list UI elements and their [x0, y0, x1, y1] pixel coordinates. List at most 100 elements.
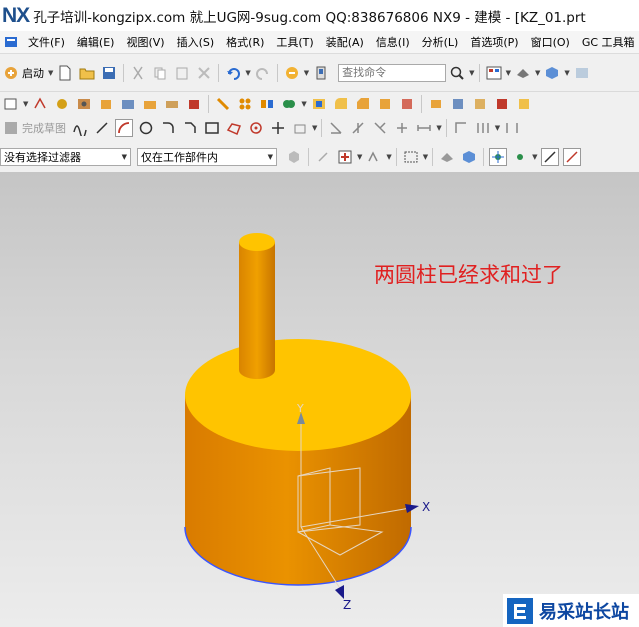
search-dropdown-icon[interactable]: ▼ — [469, 69, 474, 77]
fillet-icon[interactable] — [160, 120, 176, 136]
draft-icon[interactable] — [377, 96, 393, 112]
groove-icon[interactable] — [186, 96, 202, 112]
graphics-viewport[interactable]: Y X Z — [0, 172, 639, 627]
intent-dropdown-icon[interactable]: ▼ — [386, 153, 391, 161]
slot-icon[interactable] — [164, 96, 180, 112]
display-constraints-icon[interactable] — [504, 120, 520, 136]
boss-icon[interactable] — [98, 96, 114, 112]
sketch-dropdown-icon[interactable]: ▼ — [23, 100, 28, 108]
extrude-icon[interactable] — [32, 96, 48, 112]
select-body-icon[interactable] — [439, 149, 455, 165]
delete-face-icon[interactable] — [516, 96, 532, 112]
quick-trim-icon[interactable] — [328, 120, 344, 136]
snap-midpoint-icon[interactable] — [512, 149, 528, 165]
pin-cylinder[interactable] — [239, 233, 275, 379]
crosshair-icon[interactable] — [270, 120, 286, 136]
point-snap-icon[interactable] — [337, 149, 353, 165]
revolve-icon[interactable] — [54, 96, 70, 112]
render-style-icon[interactable] — [515, 65, 531, 81]
profile-icon[interactable] — [72, 120, 88, 136]
copy-icon[interactable] — [152, 65, 168, 81]
menu-analysis[interactable]: 分析(L) — [416, 34, 465, 50]
render-dropdown-icon[interactable]: ▼ — [535, 69, 540, 77]
snap-dropdown-icon[interactable]: ▼ — [357, 153, 362, 161]
trim-body-icon[interactable] — [399, 96, 415, 112]
layout-icon[interactable] — [486, 65, 502, 81]
search-icon[interactable] — [449, 65, 465, 81]
shaded-view-icon[interactable] — [544, 65, 560, 81]
delete-icon[interactable] — [196, 65, 212, 81]
mirror-icon[interactable] — [259, 96, 275, 112]
pattern-icon[interactable] — [237, 96, 253, 112]
polygon-icon[interactable] — [226, 120, 242, 136]
menu-view[interactable]: 视图(V) — [120, 34, 170, 50]
circle-icon[interactable] — [138, 120, 154, 136]
redo-icon[interactable] — [255, 65, 271, 81]
constrain-dropdown-icon[interactable]: ▼ — [495, 124, 500, 132]
thicken-icon[interactable] — [450, 96, 466, 112]
repeat-dropdown-icon[interactable]: ▼ — [304, 69, 309, 77]
auto-constrain-icon[interactable] — [475, 120, 491, 136]
snap-curve-icon[interactable] — [562, 147, 581, 166]
repeat-command-icon[interactable] — [284, 65, 300, 81]
make-corner-icon[interactable] — [372, 120, 388, 136]
menu-file[interactable]: 文件(F) — [22, 34, 71, 50]
shell-icon[interactable] — [311, 96, 327, 112]
replace-face-icon[interactable] — [472, 96, 488, 112]
open-folder-icon[interactable] — [79, 65, 95, 81]
offset-face-icon[interactable] — [428, 96, 444, 112]
arc-icon[interactable] — [115, 119, 133, 137]
assembly-filter-icon[interactable] — [286, 149, 302, 165]
unite-icon[interactable] — [281, 96, 297, 112]
unite-dropdown-icon[interactable]: ▼ — [301, 100, 306, 108]
menu-tools[interactable]: 工具(T) — [270, 34, 319, 50]
menu-edit[interactable]: 编辑(E) — [71, 34, 121, 50]
touch-mode-icon[interactable] — [313, 65, 329, 81]
select-dropdown-icon[interactable]: ▼ — [423, 153, 428, 161]
selection-scope-select[interactable]: 仅在工作部件内 ▼ — [137, 147, 277, 166]
selection-filter-select[interactable]: 没有选择过滤器 ▼ — [0, 147, 131, 166]
pad-icon[interactable] — [142, 96, 158, 112]
snap-line-icon[interactable] — [540, 147, 559, 166]
app-menu-icon[interactable] — [3, 34, 19, 50]
background-icon[interactable] — [574, 65, 590, 81]
undo-dropdown-icon[interactable]: ▼ — [245, 69, 250, 77]
dimension-icon[interactable] — [416, 120, 432, 136]
geometric-constraints-icon[interactable] — [453, 120, 469, 136]
snap-mid-dropdown-icon[interactable]: ▼ — [532, 153, 537, 161]
start-button[interactable]: 启动 — [22, 65, 44, 81]
menu-gc-toolbox[interactable]: GC 工具箱 — [576, 34, 639, 50]
menu-insert[interactable]: 插入(S) — [171, 34, 221, 50]
menu-information[interactable]: 信息(I) — [370, 34, 416, 50]
intent-icon[interactable] — [366, 149, 382, 165]
rectangle-icon[interactable] — [204, 120, 220, 136]
snap-point-icon[interactable] — [315, 149, 331, 165]
quick-extend-icon[interactable] — [350, 120, 366, 136]
shaded-dropdown-icon[interactable]: ▼ — [564, 69, 569, 77]
save-icon[interactable] — [101, 65, 117, 81]
offset-dropdown-icon[interactable]: ▼ — [312, 124, 317, 132]
start-icon[interactable] — [3, 65, 19, 81]
edge-blend-icon[interactable] — [333, 96, 349, 112]
start-dropdown-icon[interactable]: ▼ — [48, 69, 53, 77]
thread-icon[interactable] — [215, 96, 231, 112]
dimension-dropdown-icon[interactable]: ▼ — [436, 124, 441, 132]
menu-assembly[interactable]: 装配(A) — [320, 34, 370, 50]
finish-sketch-icon[interactable] — [3, 120, 19, 136]
sketch-rectangle-icon[interactable] — [3, 96, 19, 112]
paste-icon[interactable] — [174, 65, 190, 81]
menu-format[interactable]: 格式(R) — [220, 34, 270, 50]
hole-icon[interactable] — [76, 96, 92, 112]
line-icon[interactable] — [94, 120, 110, 136]
chamfer-sketch-icon[interactable] — [182, 120, 198, 136]
chamfer-icon[interactable] — [355, 96, 371, 112]
point-icon[interactable] — [248, 120, 264, 136]
finish-sketch-button[interactable]: 完成草图 — [22, 120, 66, 136]
command-search-input[interactable] — [338, 63, 447, 82]
undo-icon[interactable] — [225, 65, 241, 81]
rectangle-select-icon[interactable] — [403, 149, 419, 165]
menu-preferences[interactable]: 首选项(P) — [464, 34, 524, 50]
layout-dropdown-icon[interactable]: ▼ — [506, 69, 511, 77]
constraint-icon[interactable] — [394, 120, 410, 136]
new-file-icon[interactable] — [57, 65, 73, 81]
